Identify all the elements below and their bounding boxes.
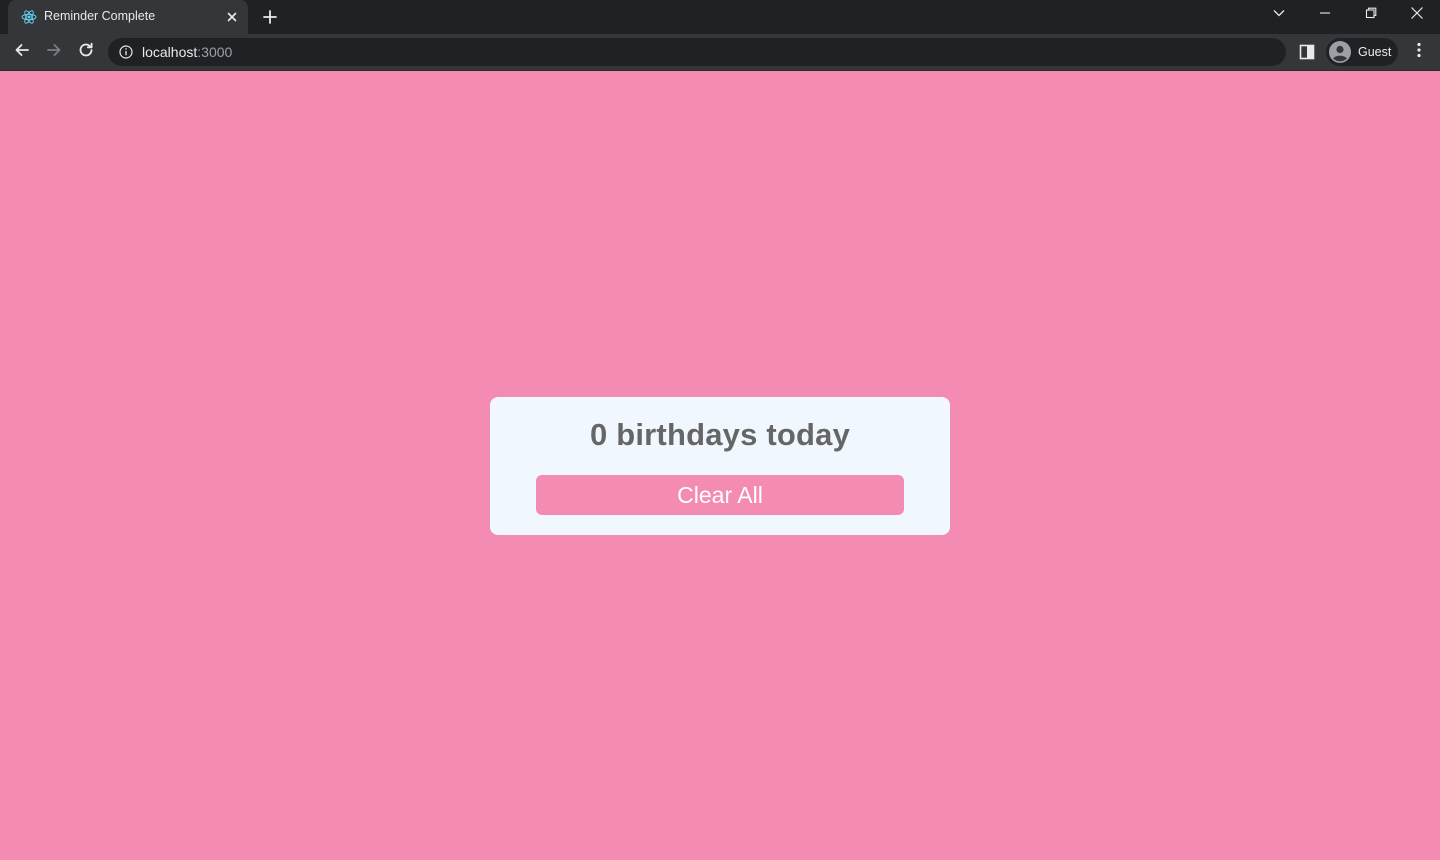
restore-icon <box>1365 6 1377 24</box>
clear-all-button[interactable]: Clear All <box>536 475 904 515</box>
profile-label: Guest <box>1358 45 1392 59</box>
kebab-menu-icon <box>1417 42 1421 63</box>
chevron-down-icon <box>1272 6 1286 25</box>
browser-chrome: Reminder Complete localhost:3000 Guest <box>0 0 1440 71</box>
birthday-card: 0 birthdays today Clear All <box>490 397 950 535</box>
side-panel-icon[interactable] <box>1297 42 1317 62</box>
reload-button[interactable] <box>74 40 98 64</box>
restore-button[interactable] <box>1348 0 1394 30</box>
browser-tab[interactable]: Reminder Complete <box>8 0 248 34</box>
address-port: :3000 <box>197 44 233 60</box>
reload-icon <box>77 41 95 64</box>
close-icon[interactable] <box>224 9 240 25</box>
forward-button[interactable] <box>42 40 66 64</box>
tab-search-button[interactable] <box>1256 0 1302 30</box>
arrow-left-icon <box>13 41 31 64</box>
plus-icon[interactable] <box>260 7 280 27</box>
tab-title: Reminder Complete <box>44 9 156 23</box>
close-icon <box>1410 6 1424 25</box>
address-bar[interactable]: localhost:3000 <box>108 38 1286 66</box>
info-icon[interactable] <box>118 44 134 60</box>
react-logo-icon <box>21 9 37 25</box>
browser-menu-button[interactable] <box>1408 40 1430 64</box>
tab-strip: Reminder Complete <box>0 0 1440 34</box>
address-host: localhost <box>142 44 198 60</box>
avatar-icon <box>1329 41 1351 63</box>
page-viewport: 0 birthdays today Clear All <box>0 71 1440 860</box>
profile-button[interactable]: Guest <box>1326 38 1398 66</box>
address-url: localhost:3000 <box>142 44 232 60</box>
minimize-button[interactable] <box>1302 0 1348 30</box>
browser-toolbar: localhost:3000 Guest <box>0 34 1440 71</box>
arrow-right-icon <box>45 41 63 64</box>
back-button[interactable] <box>10 40 34 64</box>
close-window-button[interactable] <box>1394 0 1440 30</box>
page-title: 0 birthdays today <box>589 417 851 452</box>
minimize-icon <box>1319 6 1331 24</box>
